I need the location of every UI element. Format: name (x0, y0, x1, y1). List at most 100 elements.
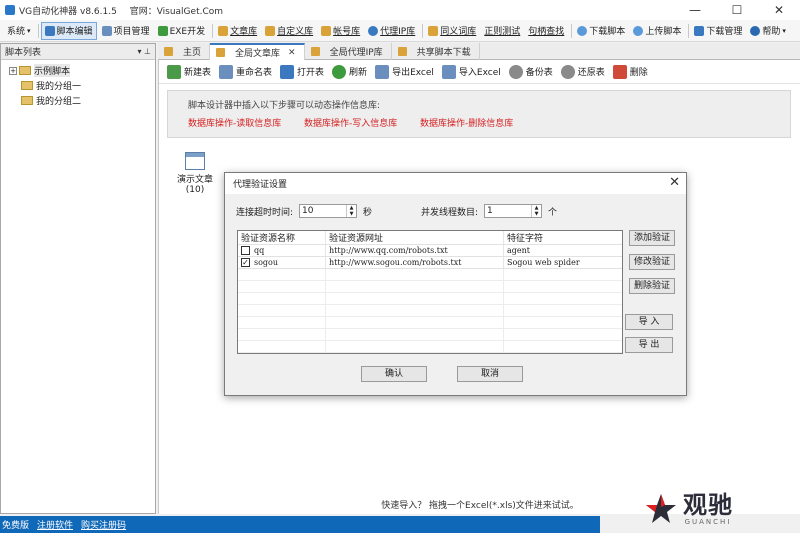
window-titlebar: VG自动化神器 v8.6.1.5 官网：VisualGet.Com — ☐ ✕ (0, 0, 800, 20)
toolbar-regex-test[interactable]: 正则测试 (481, 22, 523, 40)
folder-icon (19, 66, 31, 75)
resource-name: sogou (254, 258, 279, 267)
spin-down-icon[interactable]: ▼ (532, 211, 541, 217)
timeout-unit: 秒 (363, 207, 373, 218)
threads-unit: 个 (548, 207, 558, 218)
tab-shared-script-download[interactable]: 共享脚本下载 (392, 43, 480, 60)
buy-code-link[interactable]: 购买注册码 (81, 518, 126, 531)
toolbar-download-script[interactable]: 下载脚本 (574, 22, 628, 40)
tab-close-icon[interactable]: ✕ (288, 48, 296, 58)
empty-row (238, 269, 622, 281)
menu-help[interactable]: 帮助 ▾ (747, 22, 789, 40)
tab-global-article-lib[interactable]: 全局文章库 ✕ (210, 43, 305, 60)
tab-icon (310, 47, 320, 56)
toolbar-account-lib[interactable]: 帐号库 (318, 22, 363, 40)
expand-icon[interactable]: + (9, 66, 17, 75)
register-link[interactable]: 注册软件 (37, 518, 73, 531)
column-header[interactable]: 验证资源名称 (238, 231, 326, 244)
doc-table-item[interactable]: 演示文章 (10) (175, 152, 215, 195)
minimize-button[interactable]: — (674, 0, 716, 20)
spin-down-icon[interactable]: ▼ (347, 211, 356, 217)
pin-icon[interactable]: ▾ ⊥ (137, 44, 151, 60)
toolbar-download-manage[interactable]: 下载管理 (691, 22, 745, 40)
app-logo-icon (5, 5, 15, 15)
read-lib-link[interactable]: 数据库操作-读取信息库 (188, 116, 281, 129)
menu-system[interactable]: 系统 ▾ (4, 22, 34, 40)
delete-verify-button[interactable]: 删除验证 (629, 278, 675, 294)
toolbar-custom-lib[interactable]: 自定义库 (262, 22, 316, 40)
project-manage-icon (101, 25, 112, 36)
spinner-buttons[interactable]: ▲ ▼ (531, 205, 541, 217)
folder-icon (428, 25, 439, 36)
threads-spinner[interactable]: 1 ▲ ▼ (484, 204, 543, 218)
column-header[interactable]: 验证资源网址 (326, 231, 504, 244)
star-logo-icon (646, 494, 676, 523)
toolbar-separator (571, 23, 573, 38)
action-label: 导入Excel (458, 68, 501, 78)
table-row[interactable]: qq http://www.qq.com/robots.txt agent (238, 245, 622, 257)
cancel-button[interactable]: 取消 (457, 366, 523, 382)
toolbar-handle-find[interactable]: 句柄查找 (525, 22, 567, 40)
tab-label: 主页 (183, 48, 202, 58)
tab-label: 全局代理IP库 (329, 48, 383, 58)
main-toolbar: 系统 ▾ 脚本编辑 项目管理 EXE开发 文章库 自定义库 帐号库 代理IP库 同… (0, 20, 800, 42)
action-bar: 新建表 重命名表 打开表 刷新 导出Excel 导入Excel 备份表 还原表 … (159, 60, 800, 84)
timeout-value[interactable]: 10 (300, 206, 346, 216)
script-edit-icon (44, 25, 55, 36)
menu-system-label: 系统 (7, 27, 26, 37)
export-button[interactable]: 导 出 (625, 337, 673, 353)
toolbar-label: 帐号库 (333, 27, 361, 37)
dialog-titlebar: 代理验证设置 ✕ (225, 173, 686, 194)
resource-name: qq (254, 246, 265, 255)
column-header[interactable]: 特征字符 (504, 231, 622, 244)
confirm-button[interactable]: 确认 (361, 366, 427, 382)
table-row[interactable]: ✓ sogou http://www.sogou.com/robots.txt … (238, 257, 622, 269)
action-label: 还原表 (577, 68, 605, 78)
delete-lib-link[interactable]: 数据库操作-删除信息库 (420, 116, 513, 129)
delete-button[interactable]: 删除 (612, 64, 648, 79)
import-excel-button[interactable]: 导入Excel (441, 64, 501, 79)
row-checkbox[interactable]: ✓ (241, 258, 250, 267)
spinner-buttons[interactable]: ▲ ▼ (346, 205, 356, 217)
tree-node-root[interactable]: + 示例脚本 (1, 63, 155, 78)
restore-table-button[interactable]: 还原表 (560, 64, 605, 79)
new-table-button[interactable]: 新建表 (167, 64, 211, 79)
maximize-button[interactable]: ☐ (716, 0, 758, 20)
name-cell: qq (238, 245, 326, 256)
toolbar-article-lib[interactable]: 文章库 (215, 22, 260, 40)
write-lib-link[interactable]: 数据库操作-写入信息库 (304, 116, 397, 129)
toolbar-synonym-lib[interactable]: 同义词库 (425, 22, 479, 40)
toolbar-upload-script[interactable]: 上传脚本 (630, 22, 684, 40)
open-table-button[interactable]: 打开表 (280, 64, 324, 79)
toolbar-label: 同义词库 (440, 27, 477, 37)
open-icon (280, 64, 295, 79)
dialog-close-icon[interactable]: ✕ (669, 175, 680, 191)
window-close-button[interactable]: ✕ (758, 0, 800, 20)
toolbar-script-edit[interactable]: 脚本编辑 (40, 21, 97, 40)
toolbar-project-manage[interactable]: 项目管理 (99, 22, 153, 40)
doc-name: 演示文章 (176, 175, 213, 185)
doc-count: (10) (185, 185, 205, 195)
folder-icon (21, 81, 33, 90)
import-button[interactable]: 导 入 (625, 314, 673, 330)
add-verify-button[interactable]: 添加验证 (629, 230, 675, 246)
proxy-verify-dialog: 代理验证设置 ✕ 连接超时时间: 10 ▲ ▼ 秒 并发线程数目: 1 ▲ ▼ … (224, 172, 687, 396)
toolbar-proxy-lib[interactable]: 代理IP库 (365, 22, 418, 40)
toolbar-exe-dev[interactable]: EXE开发 (155, 22, 209, 40)
toolbar-label: 自定义库 (277, 27, 314, 37)
tab-global-proxy-lib[interactable]: 全局代理IP库 (305, 43, 392, 60)
tree-node-group-1[interactable]: 我的分组一 (1, 78, 155, 93)
timeout-spinner[interactable]: 10 ▲ ▼ (299, 204, 358, 218)
threads-value[interactable]: 1 (485, 206, 531, 216)
row-checkbox[interactable] (241, 246, 250, 255)
backup-table-button[interactable]: 备份表 (508, 64, 553, 79)
export-excel-button[interactable]: 导出Excel (375, 64, 434, 79)
refresh-button[interactable]: 刷新 (332, 64, 367, 79)
rename-table-button[interactable]: 重命名表 (219, 64, 272, 79)
download-icon (694, 25, 705, 36)
tab-home[interactable]: 主页 (158, 43, 211, 60)
tab-label: 共享脚本下载 (416, 48, 471, 58)
tree-node-group-2[interactable]: 我的分组二 (1, 93, 155, 108)
database-icon (508, 64, 523, 79)
edit-verify-button[interactable]: 修改验证 (629, 254, 675, 270)
